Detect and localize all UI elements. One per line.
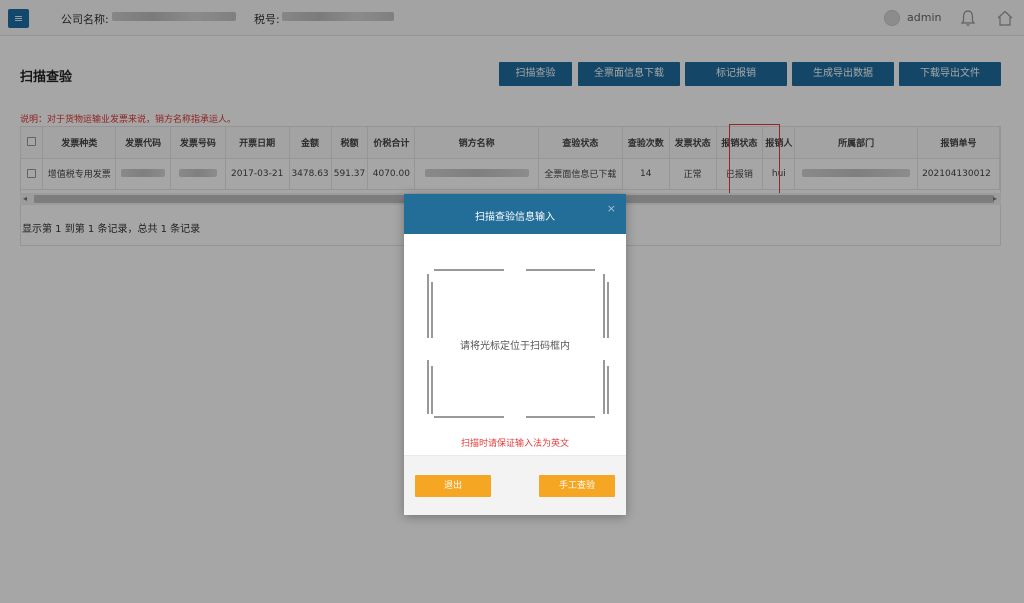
scan-instruction: 请将光标定位于扫码框内 xyxy=(460,341,570,352)
scan-input-modal: 扫描查验信息输入 × 请将光标定位于扫码框内 扫描时请保证输入法为英文 退出 手… xyxy=(404,194,626,515)
modal-header: 扫描查验信息输入 × xyxy=(404,194,626,234)
manual-check-button[interactable]: 手工查验 xyxy=(539,475,615,497)
modal-title: 扫描查验信息输入 xyxy=(475,212,555,223)
modal-footer: 退出 手工查验 xyxy=(404,455,626,515)
scan-warning: 扫描时请保证输入法为英文 xyxy=(460,439,569,449)
close-icon[interactable]: × xyxy=(607,202,616,215)
exit-button[interactable]: 退出 xyxy=(415,475,491,497)
